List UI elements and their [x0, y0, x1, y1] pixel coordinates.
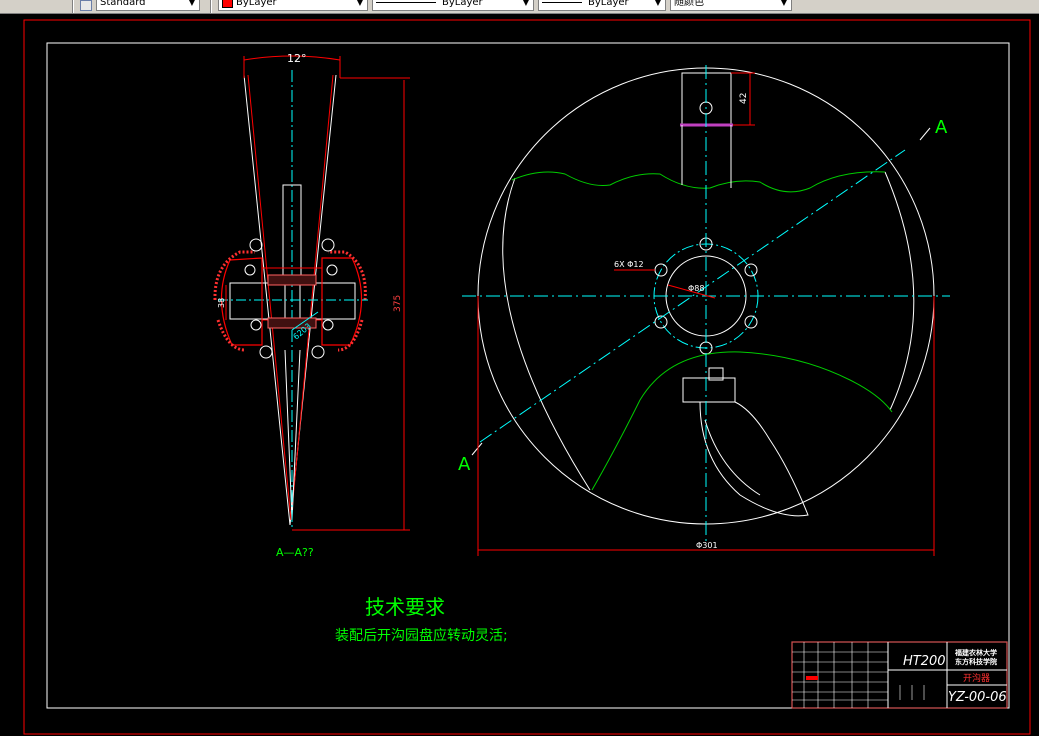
dia-dim-text: Φ301: [696, 541, 718, 550]
hub-housing: [220, 257, 263, 346]
bolt-head: [321, 238, 335, 252]
material-text: HT200: [903, 654, 946, 669]
color-select[interactable]: ByLayer ▼: [218, 0, 368, 11]
sheet-inner-border: [46, 42, 1010, 709]
bearing-left: [229, 282, 286, 320]
chevron-down-icon: ▼: [780, 0, 788, 7]
bolt-head: [311, 345, 325, 359]
spacer: [267, 274, 317, 286]
part-name-text: 开沟器: [963, 672, 990, 684]
lineweight-preview: [542, 1, 582, 3]
holes-dim-text: 6X Φ12: [614, 260, 644, 269]
chevron-down-icon: ▼: [356, 0, 364, 7]
bolt-head: [250, 319, 262, 331]
plot-style-select[interactable]: 随颜色 ▼: [670, 0, 792, 11]
linetype-select[interactable]: ByLayer ▼: [372, 0, 534, 11]
color-value: ByLayer: [236, 0, 277, 8]
school-name-1: 福建农林大学: [954, 648, 997, 657]
chevron-down-icon: ▼: [188, 0, 196, 7]
pcd-dim-text: Φ88: [688, 284, 704, 293]
toolbar-separator: [72, 0, 74, 13]
section-label-top: A: [935, 117, 948, 138]
toolbar-separator: [210, 0, 212, 13]
title-block-red-cell: [806, 676, 818, 680]
width-dim-text: 38: [217, 298, 226, 308]
blade-outline-inner: [247, 74, 334, 521]
chevron-down-icon: ▼: [522, 0, 530, 7]
disc-inner-rim-left: [502, 177, 591, 491]
bolt-head: [326, 264, 338, 276]
section-view[interactable]: [213, 55, 410, 531]
bolt-head: [244, 264, 256, 276]
angle-dim-text: 12°: [287, 52, 307, 65]
bolt-hole: [744, 263, 758, 277]
bolt-head: [322, 319, 334, 331]
drawing-number-text: YZ-00-06: [948, 690, 1007, 705]
drawing-canvas[interactable]: 12° 375 38 6203 A—A?? 42 6X Φ12 Φ88 Φ301…: [0, 14, 1039, 736]
dim-42-text: 42: [739, 93, 749, 104]
bolt-head: [259, 345, 273, 359]
bolt-head: [249, 238, 263, 252]
text-style-select[interactable]: Standard ▼: [96, 0, 200, 11]
lineweight-select[interactable]: ByLayer ▼: [538, 0, 666, 11]
disc-inner-rim-right: [884, 171, 915, 411]
school-name-2: 东方科技学院: [955, 657, 997, 666]
scraper-blade: [699, 401, 809, 517]
upper-wave: [511, 171, 886, 193]
text-style-value: Standard: [100, 0, 146, 8]
section-arrow-bottom: [471, 442, 483, 456]
color-swatch: [222, 0, 233, 8]
linetype-preview: [376, 1, 436, 3]
notes-title: 技术要求: [365, 595, 445, 619]
section-arrow-top: [919, 127, 931, 141]
section-view-label: A—A??: [276, 546, 314, 559]
lower-wave: [591, 351, 893, 491]
sheet-outer-border: [23, 19, 1031, 735]
linetype-value: ByLayer: [442, 0, 483, 8]
disc-view[interactable]: [462, 65, 950, 556]
bearing-right: [299, 282, 356, 320]
plot-style-value: 随颜色: [674, 0, 704, 8]
notes-line-1: 装配后开沟园盘应转动灵活;: [335, 627, 508, 644]
text-style-icon[interactable]: [80, 0, 92, 11]
scraper-mount: [682, 377, 736, 403]
lineweight-value: ByLayer: [588, 0, 629, 8]
chevron-down-icon: ▼: [654, 0, 662, 7]
height-dim-text: 375: [393, 295, 403, 312]
properties-toolbar: Standard ▼ ByLayer ▼ ByLayer ▼ ByLayer ▼…: [0, 0, 1039, 14]
hub-housing-right: [321, 257, 363, 346]
section-label-bottom: A: [458, 454, 471, 475]
hub-hatching: [213, 250, 367, 352]
scraper-inner: [704, 419, 761, 496]
